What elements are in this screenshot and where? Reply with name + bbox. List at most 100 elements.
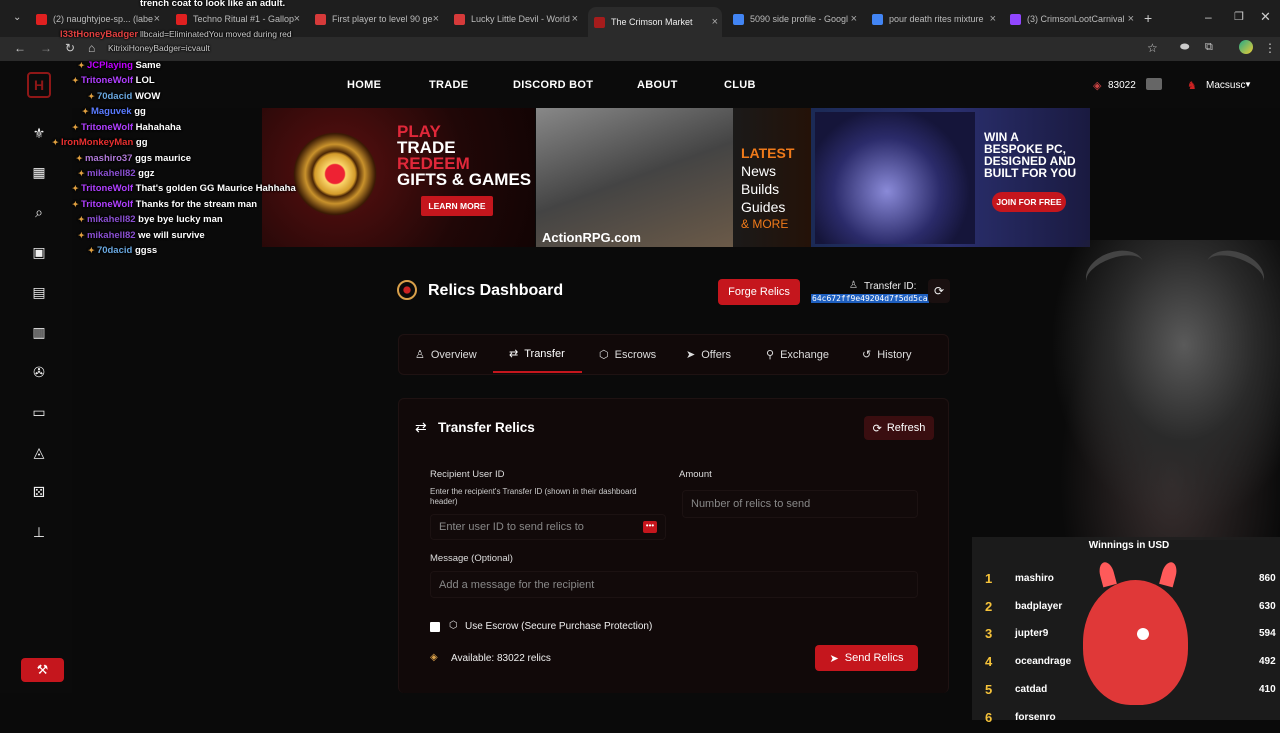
triangle-icon[interactable]: ◬ bbox=[30, 443, 48, 461]
wheel-icon[interactable]: ✇ bbox=[30, 363, 48, 381]
recipient-input[interactable]: Enter user ID to send relics to bbox=[430, 514, 666, 540]
leaderboard-value: 630 bbox=[1259, 600, 1276, 612]
banner2-news: News bbox=[741, 163, 777, 179]
amount-input[interactable]: Number of relics to send bbox=[682, 490, 918, 518]
nav-trade[interactable]: TRADE bbox=[429, 79, 468, 91]
chat-badge-icon: ✦ bbox=[82, 107, 91, 116]
message-label: Message (Optional) bbox=[430, 553, 513, 564]
chat-message: ✦ TritoneWolf LOL bbox=[72, 75, 155, 86]
site-logo[interactable]: H bbox=[27, 72, 51, 98]
browser-tab[interactable]: (3) CrimsonLootCarnival × bbox=[1004, 8, 1138, 30]
banner-actionrpg[interactable]: LATEST News Builds Guides & MORE ActionR… bbox=[536, 108, 811, 247]
tab-favicon-icon bbox=[454, 13, 465, 25]
chat-message: ✦ 70dacid ggss bbox=[88, 245, 157, 256]
user-icon: ♙ bbox=[849, 280, 858, 291]
message-input[interactable]: Add a message for the recipient bbox=[430, 571, 918, 598]
page-title: Relics Dashboard bbox=[428, 282, 564, 299]
nav-home[interactable]: HOME bbox=[347, 79, 381, 91]
new-tab-button[interactable]: + bbox=[1144, 10, 1152, 26]
home-icon[interactable]: ⌂ bbox=[88, 41, 95, 55]
recipient-label: Recipient User ID bbox=[430, 469, 505, 480]
stamp-icon[interactable]: ⊥ bbox=[30, 523, 48, 541]
extensions-icon[interactable]: ⬬ bbox=[1180, 41, 1189, 54]
browser-tab[interactable]: The Crimson Market × bbox=[588, 7, 722, 37]
browser-tab[interactable]: pour death rites mixture × bbox=[866, 8, 1000, 30]
chevron-down-icon[interactable]: ▼ bbox=[1244, 80, 1252, 89]
tab-close-icon[interactable]: × bbox=[433, 13, 439, 25]
browser-tab[interactable]: Lucky Little Devil - World × bbox=[448, 8, 582, 30]
escrow-label[interactable]: Use Escrow (Secure Purchase Protection) bbox=[465, 621, 652, 632]
bookmark-star-icon[interactable]: ☆ bbox=[1147, 41, 1158, 55]
banner-play-trade[interactable]: PLAY TRADE REDEEM GIFTS & GAMES LEARN MO… bbox=[262, 108, 535, 247]
tab-transfer[interactable]: ⇄ Transfer bbox=[509, 347, 565, 361]
tab-overview[interactable]: ♙ Overview bbox=[415, 348, 477, 362]
restore-icon[interactable]: ❐ bbox=[1234, 10, 1244, 23]
tab-close-icon[interactable]: × bbox=[990, 13, 996, 25]
monitor-icon[interactable]: ▭ bbox=[30, 403, 48, 421]
chat-text: LOL bbox=[135, 75, 155, 86]
window-close-icon[interactable]: ✕ bbox=[1260, 9, 1271, 25]
forge-relics-button[interactable]: Forge Relics bbox=[718, 279, 800, 305]
forward-icon[interactable]: → bbox=[40, 41, 52, 55]
tab-escrows[interactable]: ⬡ Escrows bbox=[599, 348, 656, 362]
chat-username: JCPlaying bbox=[86, 60, 133, 71]
browser-tab[interactable]: 5090 side profile - Googl × bbox=[727, 8, 861, 30]
tab-close-icon[interactable]: × bbox=[154, 13, 160, 25]
menu-dots-icon[interactable]: ⋮ bbox=[1264, 41, 1276, 55]
tab-title: Techno Ritual #1 - Gallop bbox=[193, 14, 295, 24]
password-manager-icon[interactable]: ••• bbox=[643, 521, 657, 533]
refresh-button[interactable]: ⟳ Refresh bbox=[864, 416, 934, 440]
user-avatar-icon[interactable]: ♞ bbox=[1187, 79, 1197, 92]
tab-close-icon[interactable]: × bbox=[294, 13, 300, 25]
banner2-guides: Guides bbox=[741, 199, 786, 215]
tab-list-chevron-icon[interactable]: ⌄ bbox=[13, 12, 21, 23]
store-icon[interactable]: ▦ bbox=[30, 163, 48, 181]
minimize-icon[interactable]: – bbox=[1205, 10, 1212, 24]
calendar-icon[interactable]: ▥ bbox=[30, 323, 48, 341]
banner1-learn-more[interactable]: LEARN MORE bbox=[421, 196, 493, 216]
tab-close-icon[interactable]: × bbox=[572, 13, 578, 25]
tab-close-icon[interactable]: × bbox=[712, 16, 718, 28]
dice-icon[interactable]: ⚄ bbox=[30, 483, 48, 501]
sync-button[interactable]: ⟳ bbox=[928, 279, 950, 303]
browser-tab[interactable]: (2) naughtyjoe-sp... (labe × bbox=[30, 8, 164, 30]
tab-close-icon[interactable]: × bbox=[1128, 13, 1134, 25]
nav-club[interactable]: CLUB bbox=[724, 79, 756, 91]
banner3-join[interactable]: JOIN FOR FREE bbox=[992, 192, 1066, 212]
tab-offers[interactable]: ➤ Offers bbox=[686, 348, 731, 362]
tab-favicon-icon bbox=[315, 13, 326, 25]
back-icon[interactable]: ← bbox=[14, 41, 26, 55]
nav-about[interactable]: ABOUT bbox=[637, 79, 678, 91]
chat-message: ✦ TritoneWolf Thanks for the stream man bbox=[72, 199, 257, 210]
browser-tab[interactable]: Techno Ritual #1 - Gallop × bbox=[170, 8, 304, 30]
chat-username: 70dacid bbox=[96, 91, 133, 102]
banner-bespoke-pc[interactable]: WIN A BESPOKE PC, DESIGNED AND BUILT FOR… bbox=[811, 108, 1090, 247]
relic-icon[interactable]: ⚜ bbox=[30, 124, 48, 142]
tab-close-icon[interactable]: × bbox=[851, 13, 857, 25]
chat-badge-icon: ✦ bbox=[88, 92, 97, 101]
chat-message: ✦ mashiro37 ggs maurice bbox=[76, 153, 191, 164]
wallet-icon[interactable]: ▤ bbox=[30, 283, 48, 301]
mail-icon[interactable] bbox=[1146, 78, 1162, 90]
chat-username: mikahell82 bbox=[86, 214, 136, 225]
escrow-checkbox[interactable] bbox=[430, 622, 440, 632]
user-menu[interactable]: Macsusc bbox=[1206, 80, 1245, 91]
forge-hammer-button[interactable]: ⚒ bbox=[21, 658, 64, 682]
puzzle-icon[interactable]: ⧉ bbox=[1205, 41, 1213, 54]
gift-icon[interactable]: ▣ bbox=[30, 243, 48, 261]
tab-exchange[interactable]: ⚲ Exchange bbox=[766, 348, 829, 362]
chat-text: bye bye lucky man bbox=[138, 214, 223, 225]
reload-icon[interactable]: ↻ bbox=[65, 41, 75, 55]
nav-discord-bot[interactable]: DISCORD BOT bbox=[513, 79, 593, 91]
send-relics-button[interactable]: ➤ Send Relics bbox=[815, 645, 918, 671]
browser-tab[interactable]: First player to level 90 ge × bbox=[309, 8, 443, 30]
chat-text: Thanks for the stream man bbox=[135, 199, 258, 210]
search-icon[interactable]: ⌕ bbox=[30, 203, 48, 221]
transfer-id-value[interactable]: 64c672ff9e49204d7f5dd5ca bbox=[811, 294, 929, 303]
profile-avatar[interactable] bbox=[1239, 40, 1253, 54]
tab-history[interactable]: ↺ History bbox=[862, 348, 911, 362]
tab-title: (3) CrimsonLootCarnival bbox=[1027, 14, 1125, 24]
message-placeholder: Add a message for the recipient bbox=[439, 578, 595, 591]
chat-badge-icon: ✦ bbox=[52, 138, 61, 147]
chat-badge-icon: ✦ bbox=[78, 215, 87, 224]
